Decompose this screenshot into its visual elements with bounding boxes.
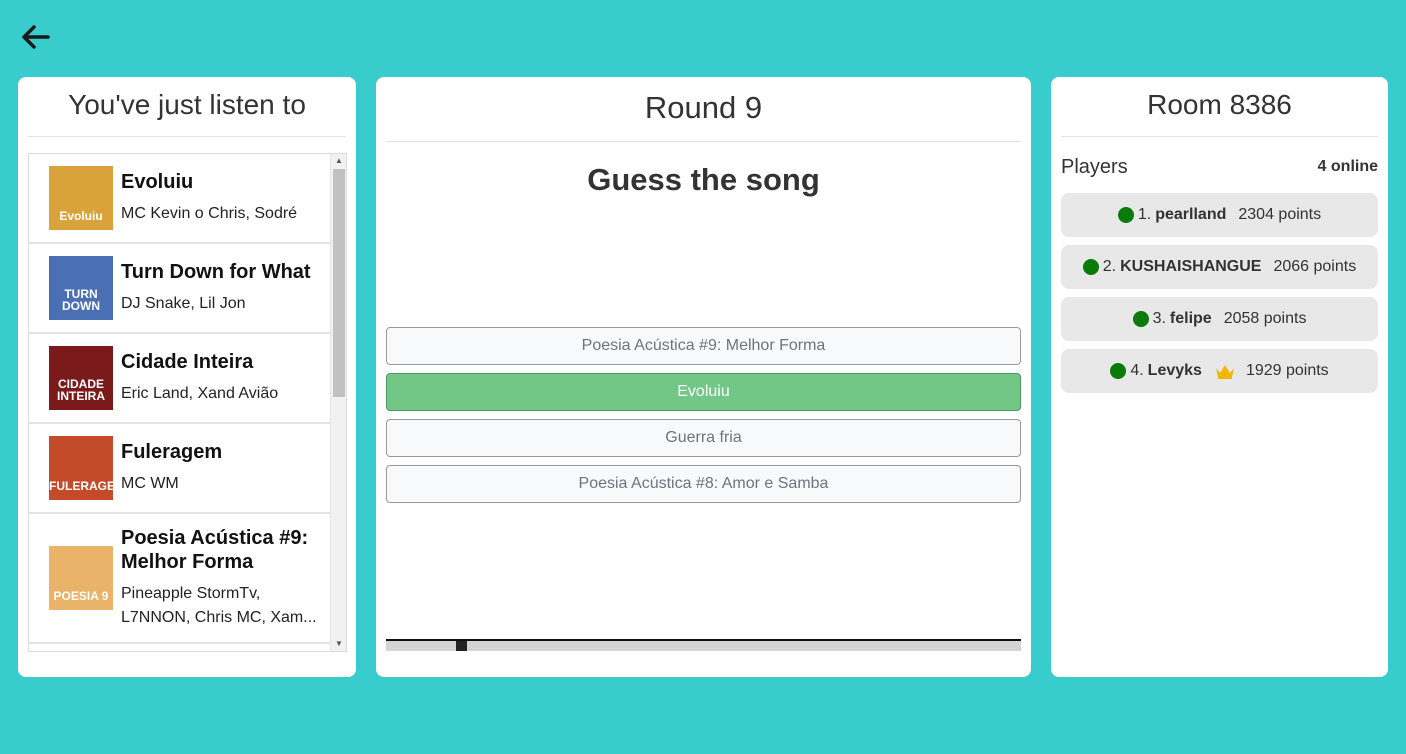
player-name: felipe (1169, 310, 1212, 327)
online-dot-icon (1132, 311, 1149, 327)
scroll-up-arrow-icon[interactable]: ▲ (331, 154, 346, 168)
player-name: KUSHAISHANGUE (1120, 258, 1262, 275)
song-info: Fuleragem MC WM (121, 440, 321, 496)
answer-choices: Poesia Acústica #9: Melhor Forma Evoluiu G… (386, 327, 1021, 511)
progress-handle[interactable] (455, 641, 467, 651)
album-art-text: Evoluiu (59, 209, 103, 223)
song-title: Evoluiu (121, 171, 194, 193)
answer-choice-button[interactable]: Poesia Acústica #9: Melhor Forma (386, 327, 1021, 365)
crown-icon (1214, 362, 1236, 380)
room-panel: Room 8386 Players 4 online 1. pearlland 23… (1051, 77, 1388, 677)
album-art-text: POESIA 9 (53, 589, 109, 603)
answer-choice-button[interactable]: Guerra fria (386, 419, 1021, 457)
song-title: Cidade Inteira (121, 351, 254, 373)
song-artist: Eric Land, Xand Avião (121, 385, 279, 402)
players-header: Players 4 online (1061, 155, 1378, 179)
room-title: Room 8386 (1061, 77, 1378, 137)
answer-choice-button[interactable]: Evoluiu (386, 373, 1021, 411)
player-points: 2066 points (1273, 258, 1357, 275)
online-count: 4 online (1317, 158, 1378, 175)
history-title: You've just listen to (28, 77, 346, 137)
player-rank: 1. (1137, 206, 1152, 223)
player-rank: 2. (1102, 258, 1117, 275)
player-rank: 3. (1152, 310, 1166, 327)
player-points: 2304 points (1238, 206, 1322, 223)
scroll-down-arrow-icon[interactable]: ▼ (331, 637, 346, 651)
album-art-text: TURN DOWN (62, 287, 100, 313)
song-info: Evoluiu MC Kevin o Chris, Sodré (121, 170, 321, 226)
player-row[interactable]: 2. KUSHAISHANGUE 2066 points (1061, 245, 1378, 289)
song-title: Fuleragem (121, 441, 223, 463)
song-history-list[interactable]: Evoluiu Evoluiu MC Kevin o Chris, Sodré TUR… (28, 153, 347, 652)
album-art: FULERAGEM (49, 436, 113, 500)
list-item[interactable]: POESIA 9 Poesia Acústica #9: Melhor Forma… (29, 514, 331, 644)
album-art-text: FULERAGEM (49, 479, 113, 493)
history-panel: You've just listen to Evoluiu Evoluiu MC K… (18, 77, 356, 677)
players-label: Players (1061, 155, 1128, 178)
round-title: Round 9 (386, 77, 1021, 142)
song-artist: DJ Snake, Lil Jon (121, 295, 246, 312)
scroll-thumb[interactable] (333, 169, 345, 397)
song-info: Turn Down for What DJ Snake, Lil Jon (121, 260, 321, 316)
song-title: Turn Down for What (121, 261, 311, 283)
album-art: TURN DOWN (49, 256, 113, 320)
player-list: 1. pearlland 2304 points 2. KUSHAISHANGUE 206… (1061, 193, 1378, 393)
scrollbar[interactable]: ▲ ▼ (330, 154, 346, 651)
album-art-text: CIDADE INTEIRA (57, 377, 105, 403)
player-row[interactable]: 3. felipe 2058 points (1061, 297, 1378, 341)
player-name: pearlland (1155, 206, 1227, 223)
round-prompt: Guess the song (587, 162, 820, 197)
song-artist: MC Kevin o Chris, Sodré (121, 205, 298, 222)
round-panel: Round 9 Guess the song Poesia Acústica #… (376, 77, 1031, 677)
album-art: POESIA 9 (49, 546, 113, 610)
arrow-left-icon (22, 25, 50, 49)
playback-progress-bar[interactable] (386, 639, 1021, 651)
list-item[interactable]: TURN DOWN Turn Down for What DJ Snake, Lil… (29, 244, 331, 334)
online-dot-icon (1082, 259, 1099, 275)
list-item[interactable]: Evoluiu Evoluiu MC Kevin o Chris, Sodré (29, 154, 331, 244)
song-info: Cidade Inteira Eric Land, Xand Avião (121, 350, 321, 406)
online-dot-icon (1110, 363, 1127, 379)
player-name: Levyks (1147, 362, 1202, 379)
player-row[interactable]: 4. Levyks 1929 points (1061, 349, 1378, 393)
answer-choice-button[interactable]: Poesia Acústica #8: Amor e Samba (386, 465, 1021, 503)
player-points: 1929 points (1245, 362, 1329, 379)
player-rank: 4. (1130, 362, 1144, 379)
player-row[interactable]: 1. pearlland 2304 points (1061, 193, 1378, 237)
song-artist: MC WM (121, 475, 179, 492)
album-art: Evoluiu (49, 166, 113, 230)
album-art: CIDADE INTEIRA (49, 346, 113, 410)
song-artist: Pineapple StormTv, L7NNON, Chris MC, Xam… (121, 585, 317, 626)
list-item[interactable]: CIDADE INTEIRA Cidade Inteira Eric Land, X… (29, 334, 331, 424)
song-title: Poesia Acústica #9: Melhor Forma (121, 527, 309, 573)
list-item[interactable]: FULERAGEM Fuleragem MC WM (29, 424, 331, 514)
online-dot-icon (1117, 207, 1134, 223)
back-button[interactable] (18, 20, 52, 54)
player-points: 2058 points (1223, 310, 1307, 327)
song-info: Poesia Acústica #9: Melhor Forma Pineappl… (121, 526, 321, 630)
